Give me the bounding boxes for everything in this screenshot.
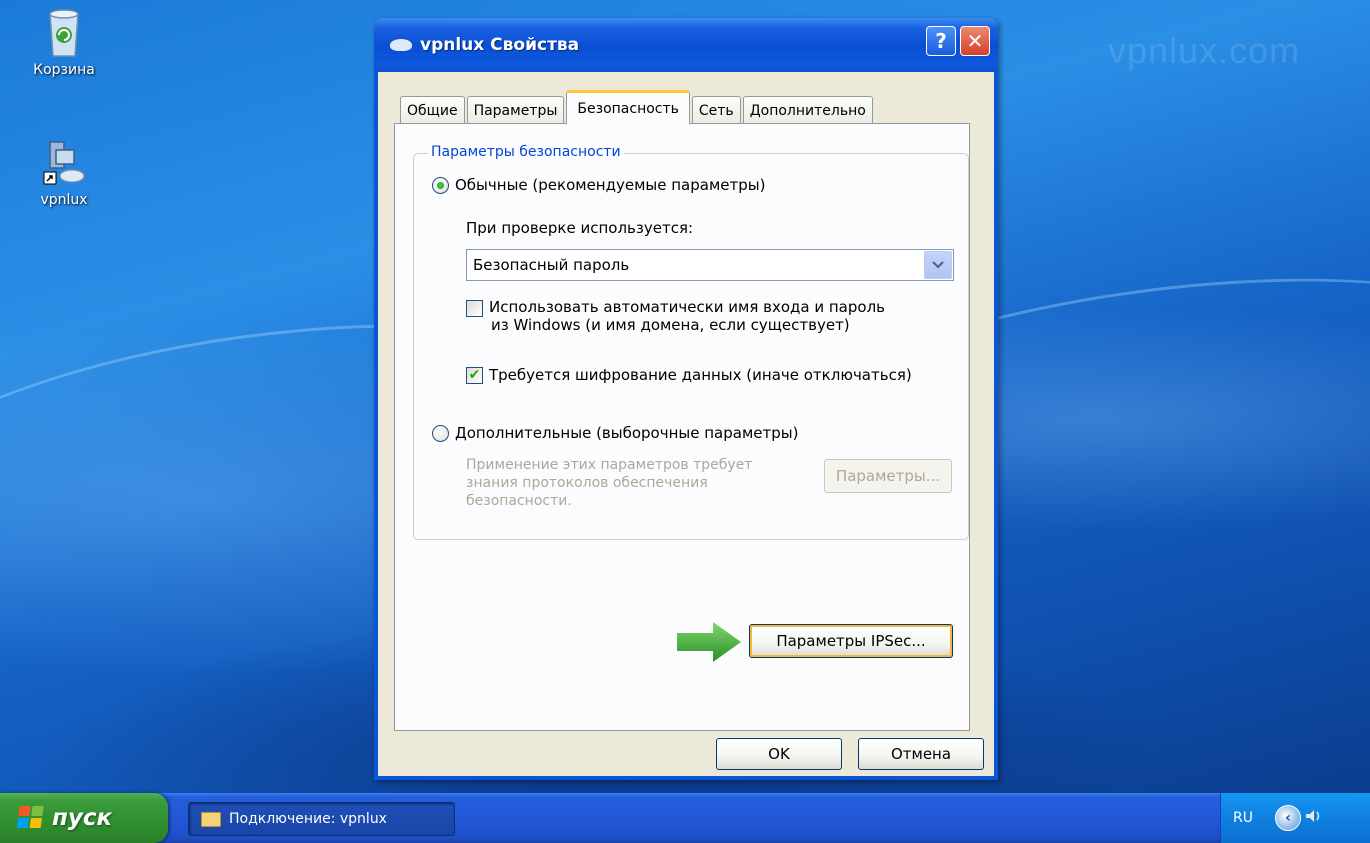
checkmark-icon: ✔ <box>468 367 481 383</box>
auto-login-checkbox[interactable] <box>466 300 483 317</box>
arrow-right-icon <box>677 622 741 662</box>
taskbar-item-connection[interactable]: Подключение: vpnlux <box>188 802 455 836</box>
cancel-button[interactable]: Отмена <box>858 738 984 770</box>
watermark: vpnlux.com <box>1108 30 1301 71</box>
help-button[interactable]: ? <box>926 26 956 56</box>
desktop-icon-recycle-bin[interactable]: Корзина <box>14 8 114 78</box>
auto-login-row[interactable]: Использовать автоматически имя входа и п… <box>466 298 885 334</box>
radio-typical[interactable] <box>432 176 449 194</box>
ipsec-settings-button[interactable]: Параметры IPSec... <box>749 624 953 658</box>
tab-options[interactable]: Параметры <box>466 96 565 124</box>
system-tray: RU ‹ <box>1220 793 1370 843</box>
window-title: vpnlux Свойства <box>420 35 580 55</box>
auto-login-label-line2: из Windows (и имя домена, если существуе… <box>491 316 850 334</box>
group-title: Параметры безопасности <box>428 144 624 160</box>
language-indicator[interactable]: RU <box>1233 810 1253 826</box>
recycle-bin-icon <box>40 8 88 57</box>
advanced-note: Применение этих параметров требует знани… <box>466 457 753 509</box>
advanced-settings-button[interactable]: Параметры... <box>824 459 952 493</box>
tab-advanced[interactable]: Дополнительно <box>742 96 873 124</box>
require-encryption-checkbox[interactable]: ✔ <box>466 366 483 384</box>
security-options-group: Параметры безопасности Обычные (рекоменд… <box>413 144 969 540</box>
require-encryption-row[interactable]: ✔ Требуется шифрование данных (иначе отк… <box>466 366 912 384</box>
title-bar[interactable]: vpnlux Свойства ? ✕ <box>374 18 998 72</box>
chevron-down-icon[interactable] <box>924 251 952 279</box>
volume-icon[interactable] <box>1303 806 1323 830</box>
tab-network[interactable]: Сеть <box>691 96 741 124</box>
desktop-icon-label: vpnlux <box>40 192 88 208</box>
ok-button[interactable]: OK <box>716 738 842 770</box>
taskbar: пуск Подключение: vpnlux RU ‹ <box>0 793 1370 843</box>
auto-login-label-line1: Использовать автоматически имя входа и п… <box>489 298 885 316</box>
start-button[interactable]: пуск <box>0 793 168 843</box>
tab-security[interactable]: Безопасность <box>566 90 690 124</box>
verify-method-select[interactable]: Безопасный пароль <box>466 249 954 281</box>
desktop-icon-vpnlux[interactable]: vpnlux <box>14 138 114 208</box>
start-label: пуск <box>52 805 113 831</box>
radio-advanced-label: Дополнительные (выборочные параметры) <box>455 424 799 442</box>
tab-strip: Общие Параметры Безопасность Сеть Дополн… <box>400 90 875 124</box>
require-encryption-label: Требуется шифрование данных (иначе отклю… <box>489 366 912 384</box>
windows-flag-icon <box>16 806 45 830</box>
properties-dialog: vpnlux Свойства ? ✕ Общие Параметры Безо… <box>374 18 998 780</box>
connection-icon <box>390 39 412 51</box>
network-connection-icon <box>40 138 88 186</box>
taskbar-item-label: Подключение: vpnlux <box>229 811 387 827</box>
tray-expand-icon[interactable]: ‹ <box>1274 805 1301 831</box>
folder-icon <box>201 811 221 827</box>
tab-general[interactable]: Общие <box>400 96 465 124</box>
radio-typical-row[interactable]: Обычные (рекомендуемые параметры) <box>432 176 765 194</box>
dialog-client-area: Общие Параметры Безопасность Сеть Дополн… <box>378 72 994 776</box>
radio-advanced-row[interactable]: Дополнительные (выборочные параметры) <box>432 424 798 442</box>
security-tab-panel: Параметры безопасности Обычные (рекоменд… <box>394 123 970 731</box>
verify-method-value: Безопасный пароль <box>473 256 630 274</box>
desktop-icon-label: Корзина <box>33 62 95 78</box>
verify-label: При проверке используется: <box>466 219 694 237</box>
radio-typical-label: Обычные (рекомендуемые параметры) <box>455 176 766 194</box>
close-button[interactable]: ✕ <box>960 26 990 56</box>
radio-advanced[interactable] <box>432 424 449 442</box>
